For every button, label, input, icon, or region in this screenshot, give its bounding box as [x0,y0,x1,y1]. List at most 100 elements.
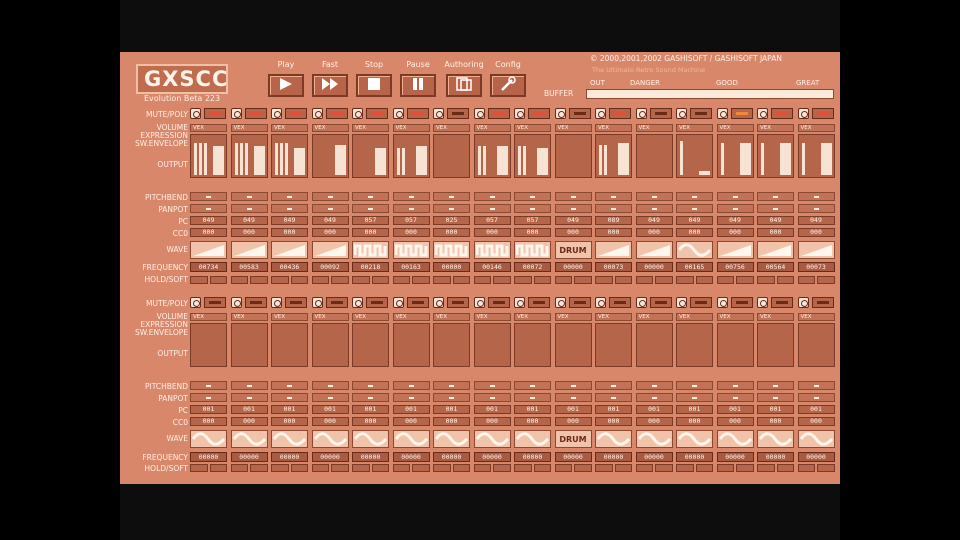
mute-button[interactable] [352,108,363,119]
soft-button[interactable] [614,464,632,472]
soft-button[interactable] [209,464,227,472]
hold-button[interactable] [797,276,815,284]
hold-button[interactable] [595,464,613,472]
soft-button[interactable] [574,276,592,284]
hold-button[interactable] [676,464,694,472]
mute-button[interactable] [271,297,282,308]
hold-button[interactable] [757,464,775,472]
hold-button[interactable] [554,276,572,284]
soft-button[interactable] [736,464,754,472]
authoring-button[interactable] [446,74,482,97]
mute-button[interactable] [271,108,282,119]
hold-button[interactable] [514,464,532,472]
poly-button[interactable] [528,108,550,119]
mute-button[interactable] [473,108,485,119]
hold-button[interactable] [757,276,775,284]
soft-button[interactable] [574,464,592,472]
soft-button[interactable] [371,464,389,472]
soft-button[interactable] [776,464,794,472]
soft-button[interactable] [614,276,632,284]
poly-button[interactable] [690,108,712,119]
hold-button[interactable] [230,464,248,472]
mute-button[interactable] [392,297,404,308]
mute-button[interactable] [311,297,323,308]
poly-button[interactable] [730,108,753,119]
poly-button[interactable] [609,297,631,308]
poly-button[interactable] [447,108,469,119]
poly-button[interactable] [204,108,226,119]
poly-button[interactable] [690,297,712,308]
soft-button[interactable] [533,464,551,472]
poly-button[interactable] [568,297,591,308]
poly-button[interactable] [406,108,429,119]
poly-button[interactable] [568,108,591,119]
mute-button[interactable] [433,297,444,308]
hold-button[interactable] [716,276,734,284]
mute-button[interactable] [716,297,728,308]
poly-button[interactable] [487,108,510,119]
poly-button[interactable] [771,108,793,119]
mute-button[interactable] [797,108,809,119]
mute-button[interactable] [676,108,687,119]
hold-button[interactable] [716,464,734,472]
hold-button[interactable] [392,464,410,472]
poly-button[interactable] [285,297,307,308]
soft-button[interactable] [412,464,430,472]
hold-button[interactable] [514,276,532,284]
mute-button[interactable] [433,108,444,119]
poly-button[interactable] [325,108,348,119]
soft-button[interactable] [695,276,713,284]
hold-button[interactable] [271,276,289,284]
hold-button[interactable] [676,276,694,284]
hold-button[interactable] [433,276,451,284]
hold-button[interactable] [473,464,491,472]
fast-button[interactable] [312,74,348,97]
mute-button[interactable] [716,108,728,119]
poly-button[interactable] [204,297,226,308]
soft-button[interactable] [655,464,673,472]
soft-button[interactable] [412,276,430,284]
hold-button[interactable] [392,276,410,284]
hold-button[interactable] [190,464,208,472]
mute-button[interactable] [190,297,201,308]
poly-button[interactable] [366,297,388,308]
mute-button[interactable] [595,108,606,119]
hold-button[interactable] [352,464,370,472]
mute-button[interactable] [311,108,323,119]
soft-button[interactable] [493,464,511,472]
hold-button[interactable] [635,276,653,284]
mute-button[interactable] [797,297,809,308]
soft-button[interactable] [331,464,349,472]
mute-button[interactable] [514,108,525,119]
poly-button[interactable] [528,297,550,308]
soft-button[interactable] [533,276,551,284]
poly-button[interactable] [730,297,753,308]
mute-button[interactable] [635,108,647,119]
mute-button[interactable] [230,108,242,119]
poly-button[interactable] [447,297,469,308]
mute-button[interactable] [230,297,242,308]
poly-button[interactable] [244,108,267,119]
poly-button[interactable] [811,297,834,308]
mute-button[interactable] [514,297,525,308]
config-button[interactable] [490,74,526,97]
mute-button[interactable] [635,297,647,308]
soft-button[interactable] [817,276,835,284]
hold-button[interactable] [271,464,289,472]
hold-button[interactable] [554,464,572,472]
soft-button[interactable] [452,464,470,472]
hold-button[interactable] [473,276,491,284]
poly-button[interactable] [285,108,307,119]
hold-button[interactable] [797,464,815,472]
play-button[interactable] [268,74,304,97]
mute-button[interactable] [190,108,201,119]
soft-button[interactable] [371,276,389,284]
hold-button[interactable] [595,276,613,284]
poly-button[interactable] [366,108,388,119]
soft-button[interactable] [209,276,227,284]
mute-button[interactable] [554,297,566,308]
soft-button[interactable] [250,464,268,472]
poly-button[interactable] [609,108,631,119]
soft-button[interactable] [817,464,835,472]
mute-button[interactable] [676,297,687,308]
